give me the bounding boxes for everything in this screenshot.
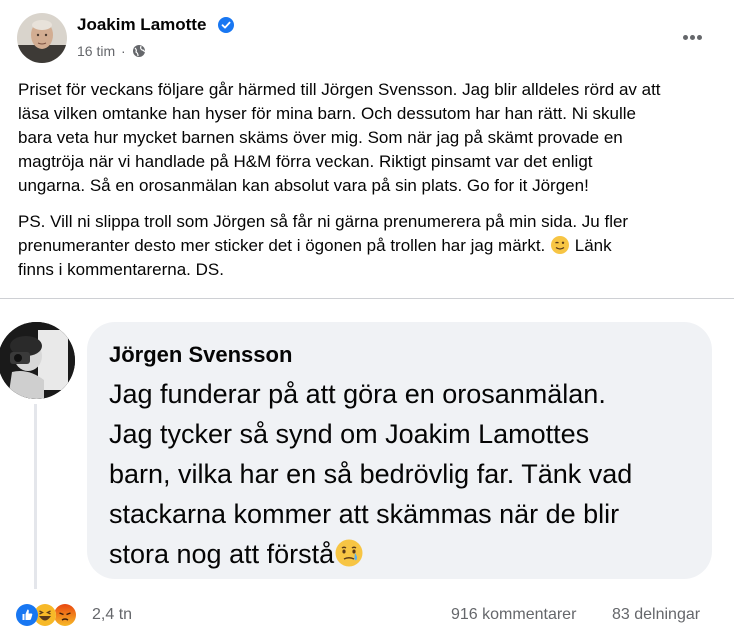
comment-text-line: barn, vilka har en så bedrövlig far. Tän… bbox=[109, 459, 633, 489]
post-text-line: prenumeranter desto mer sticker det i ög… bbox=[18, 234, 718, 258]
post-paragraph-2: PS. Vill ni slippa troll som Jörgen så f… bbox=[18, 210, 718, 282]
post-text-line: läsa vilken omtanke han hyser för mina b… bbox=[18, 104, 636, 123]
commenter-name: Jörgen Svensson bbox=[109, 342, 293, 367]
post-text-segment: prenumeranter desto mer sticker det i ög… bbox=[18, 236, 546, 255]
separator-dot: · bbox=[121, 43, 126, 59]
comment-bubble: Jörgen Svensson Jag funderar på att göra… bbox=[87, 322, 712, 579]
wink-emoji-icon bbox=[550, 235, 570, 255]
post-footer: 2,4 tn 916 kommentarer 83 delningar bbox=[0, 594, 734, 640]
face-holding-back-tears-icon bbox=[334, 538, 364, 568]
comments-count-link[interactable]: 916 kommentarer bbox=[451, 606, 576, 624]
comment-text-line: stackarna kommer att skämmas när de blir bbox=[109, 499, 620, 529]
comment-text-segment: stora nog att förstå bbox=[109, 539, 335, 569]
comment-text: Jag funderar på att göra en orosanmälan.… bbox=[109, 374, 632, 574]
author-avatar[interactable] bbox=[17, 13, 67, 63]
more-options-button[interactable] bbox=[674, 20, 710, 56]
post-text-line: magtröja när vi handlade på H&M förra ve… bbox=[18, 152, 593, 171]
post-text-segment: Länk bbox=[574, 236, 612, 255]
post-text-line: finns i kommentarerna. DS. bbox=[18, 260, 224, 279]
post-timestamp[interactable]: 16 tim bbox=[77, 43, 115, 59]
post-text-line: PS. Vill ni slippa troll som Jörgen så f… bbox=[18, 212, 629, 231]
shares-count-link[interactable]: 83 delningar bbox=[612, 606, 700, 624]
post-image[interactable]: Jörgen Svensson Jag funderar på att göra… bbox=[0, 299, 734, 594]
post-text-line: Priset för veckans följare går härmed ti… bbox=[18, 80, 661, 99]
post-text-line: ungarna. Så en orosanmälan kan absolut v… bbox=[18, 176, 589, 195]
comment-text-line: Jag funderar på att göra en orosanmälan. bbox=[109, 379, 606, 409]
post-paragraph-1: Priset för veckans följare går härmed ti… bbox=[18, 78, 718, 198]
comment-text-line: Jag tycker så synd om Joakim Lamottes bbox=[109, 419, 590, 449]
verified-badge-icon bbox=[218, 17, 234, 33]
commenter-avatar bbox=[0, 322, 75, 399]
author-name[interactable]: Joakim Lamotte bbox=[77, 15, 206, 35]
globe-icon[interactable] bbox=[132, 44, 146, 58]
like-icon bbox=[16, 604, 38, 626]
post-text-line: bara veta hur mycket barnen skäms över m… bbox=[18, 128, 623, 147]
reaction-count[interactable]: 2,4 tn bbox=[92, 606, 132, 624]
post-header: Joakim Lamotte 16 tim · bbox=[0, 0, 734, 70]
angry-icon bbox=[54, 604, 76, 626]
comment-text-line: stora nog att förstå bbox=[109, 534, 632, 574]
thread-line bbox=[34, 404, 37, 589]
reactions-summary[interactable] bbox=[16, 604, 90, 628]
